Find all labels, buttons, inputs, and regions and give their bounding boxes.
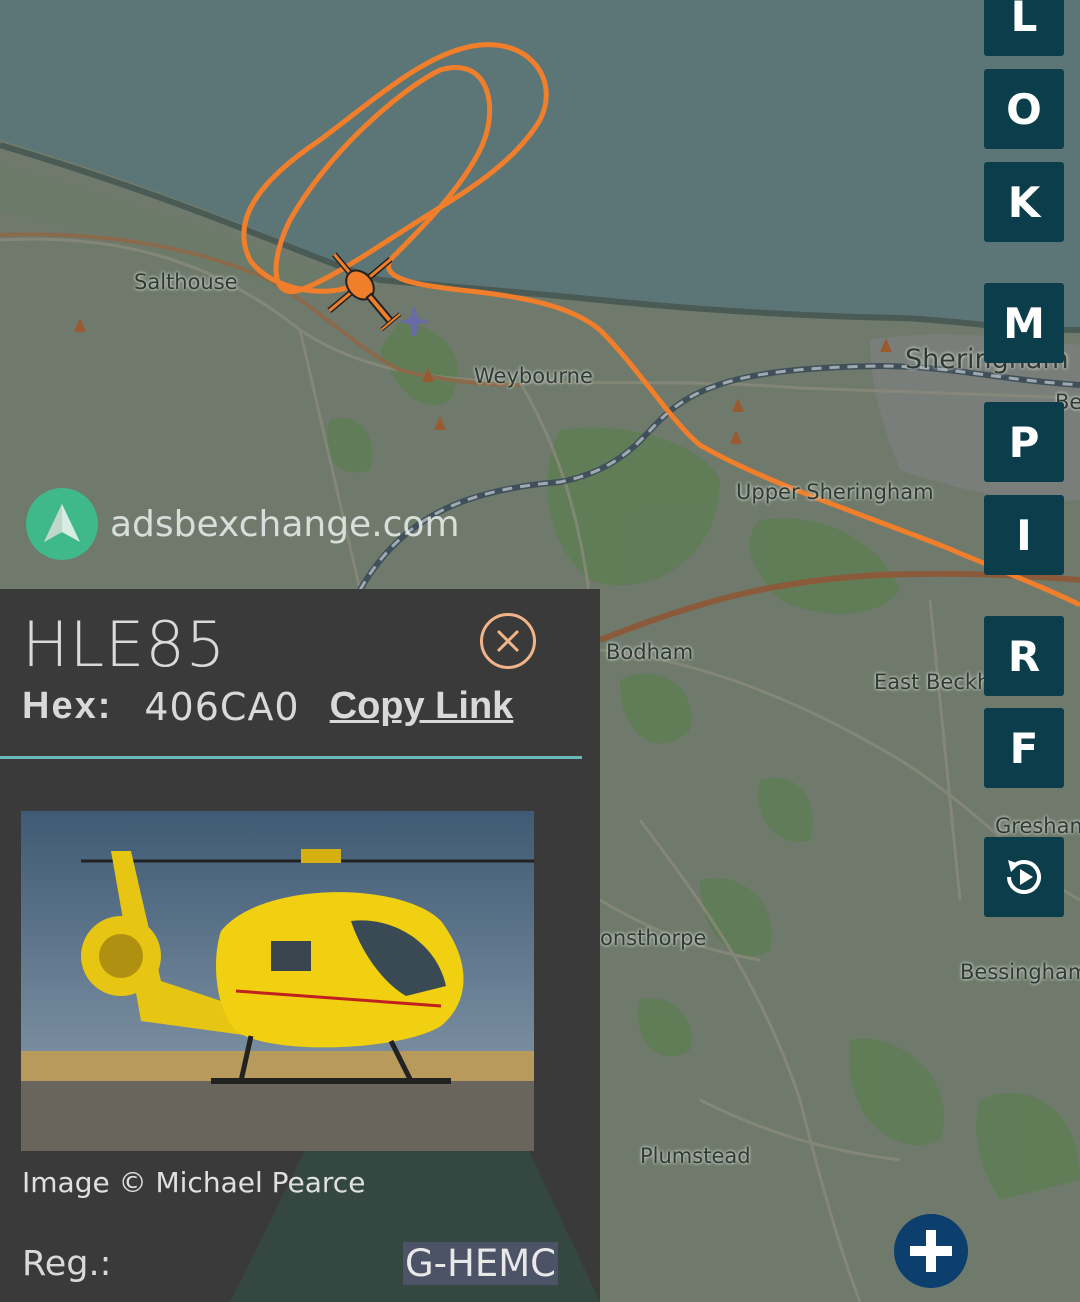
registration-label: Reg.: [22, 1244, 112, 1284]
replay-button[interactable] [984, 837, 1064, 917]
button-f[interactable]: F [984, 708, 1064, 788]
place-plumstead: Plumstead [640, 1144, 751, 1168]
image-credit: Image © Michael Pearce [22, 1166, 366, 1199]
replay-icon [1007, 860, 1041, 894]
place-salthouse: Salthouse [134, 270, 238, 294]
callsign-title: HLE85 [22, 608, 227, 681]
place-weybourne: Weybourne [474, 364, 593, 388]
place-gresham: Gresham [995, 814, 1080, 838]
close-circle-icon [496, 629, 520, 653]
hex-value: 406CA0 [144, 685, 300, 729]
hex-label: Hex: [22, 685, 113, 727]
registration-value[interactable]: G-HEMC [403, 1242, 558, 1285]
zoom-in-button[interactable] [894, 1214, 968, 1288]
plus-icon [910, 1230, 952, 1272]
button-r[interactable]: R [984, 616, 1064, 696]
watermark-text: adsbexchange.com [110, 503, 460, 545]
adsbexchange-logo [26, 488, 98, 560]
button-m[interactable]: M [984, 283, 1064, 363]
panel-divider [0, 756, 582, 759]
place-bodham: Bodham [606, 640, 694, 664]
button-l[interactable]: L [984, 0, 1064, 56]
place-upper-sheringham: Upper Sheringham [736, 480, 934, 504]
button-p[interactable]: P [984, 402, 1064, 482]
place-bessingham: Bessingham [960, 960, 1080, 984]
copy-link[interactable]: Copy Link [330, 685, 514, 729]
place-east-beckham: East Beckh [874, 670, 991, 694]
adsbexchange-watermark: adsbexchange.com [26, 488, 460, 560]
button-k[interactable]: K [984, 162, 1064, 242]
close-button[interactable] [480, 613, 536, 669]
button-o[interactable]: O [984, 69, 1064, 149]
button-i[interactable]: I [984, 495, 1064, 575]
hex-row: Hex: 406CA0 Copy Link [22, 685, 513, 729]
place-edgefield: onsthorpe [600, 926, 707, 950]
aircraft-photo[interactable] [21, 811, 534, 1151]
